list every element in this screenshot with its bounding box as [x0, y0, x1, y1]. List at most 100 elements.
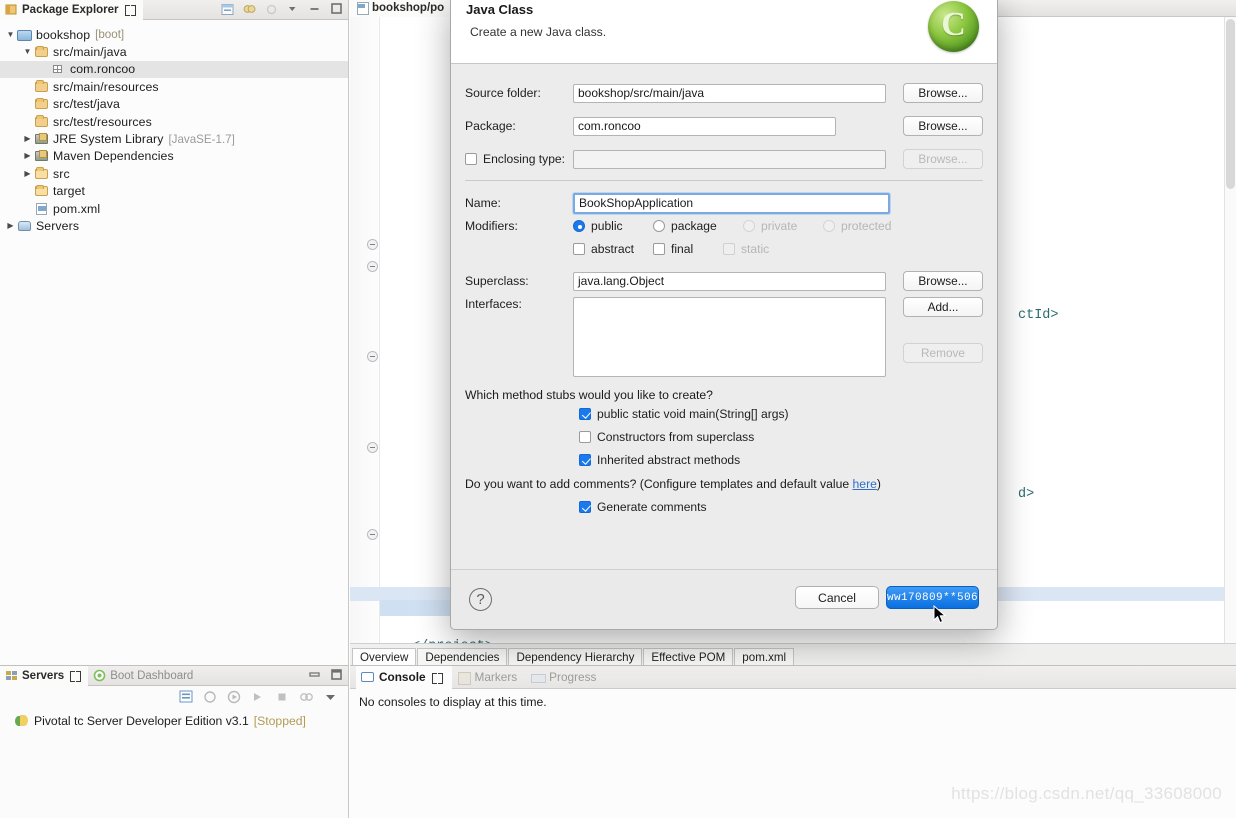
- modifier-public[interactable]: public: [573, 219, 623, 233]
- tab-console[interactable]: Console: [356, 665, 452, 689]
- pom-tab-dependency-hierarchy[interactable]: Dependency Hierarchy: [508, 648, 643, 665]
- editor-gutter[interactable]: [350, 17, 380, 643]
- tree-item-bookshop[interactable]: bookshop [boot]: [0, 26, 348, 43]
- pom-tab-effective-pom[interactable]: Effective POM: [643, 648, 734, 665]
- enclosing-type-checkbox[interactable]: [465, 153, 477, 165]
- source-folder-browse-button[interactable]: Browse...: [903, 83, 983, 103]
- maximize-icon[interactable]: [330, 668, 345, 683]
- source-folder-input[interactable]: bookshop/src/main/java: [573, 83, 886, 103]
- expand-arrow-icon[interactable]: [4, 222, 17, 230]
- tab-markers[interactable]: Markers: [452, 666, 527, 689]
- enclosing-type-checkbox-wrap[interactable]: Enclosing type:: [465, 152, 565, 166]
- stub-checkbox-0[interactable]: [579, 408, 591, 420]
- code-fold-icon[interactable]: [367, 239, 378, 250]
- code-fold-icon[interactable]: [367, 442, 378, 453]
- pom-editor-page-tabs[interactable]: Overview Dependencies Dependency Hierarchy…: [350, 643, 1236, 665]
- tree-item-maven-dependencies[interactable]: Maven Dependencies: [0, 148, 348, 165]
- java-class-wizard-dialog[interactable]: Java Class Create a new Java class. C So…: [450, 0, 998, 630]
- pom-tab-dependencies[interactable]: Dependencies: [417, 648, 508, 665]
- modifier-public-radio[interactable]: [573, 220, 585, 232]
- tab-progress[interactable]: Progress: [526, 666, 605, 689]
- modifier-label: final: [671, 242, 694, 256]
- expand-arrow-icon[interactable]: [21, 152, 34, 160]
- editor-tab-pom[interactable]: bookshop/po: [350, 0, 453, 17]
- stub-checkbox-2[interactable]: [579, 454, 591, 466]
- tree-item-label: Maven Dependencies: [53, 149, 174, 164]
- generate-comments-option[interactable]: Generate comments: [579, 500, 707, 514]
- tree-item-servers[interactable]: Servers: [0, 217, 348, 234]
- dialog-title: Java Class: [466, 2, 534, 17]
- tree-item-src-main-java[interactable]: src/main/java: [0, 43, 348, 60]
- code-fold-icon[interactable]: [367, 529, 378, 540]
- modifier-package-radio[interactable]: [653, 220, 665, 232]
- expand-arrow-icon[interactable]: [21, 170, 34, 178]
- class-name-input[interactable]: BookShopApplication: [573, 192, 890, 214]
- publish-icon[interactable]: [299, 690, 314, 704]
- expand-arrow-icon[interactable]: [4, 31, 17, 39]
- configure-templates-link[interactable]: here: [853, 477, 877, 491]
- minimize-icon[interactable]: [308, 668, 323, 683]
- pom-tab-overview[interactable]: Overview: [352, 648, 417, 665]
- tab-package-explorer[interactable]: Package Explorer: [0, 0, 143, 20]
- stop-icon[interactable]: [275, 690, 290, 704]
- new-server-icon[interactable]: [179, 690, 194, 704]
- pom-tab-pom-xml[interactable]: pom.xml: [734, 648, 795, 665]
- view-menu-icon[interactable]: [286, 2, 301, 17]
- tree-item-label: src/main/resources: [53, 79, 159, 94]
- maximize-tab-icon[interactable]: [124, 4, 136, 16]
- stub-checkbox-1[interactable]: [579, 431, 591, 443]
- scrollbar-thumb[interactable]: [1226, 19, 1235, 189]
- boot-dashboard-icon: [93, 669, 106, 682]
- start-icon[interactable]: [227, 690, 242, 704]
- run-icon[interactable]: [251, 690, 266, 704]
- tree-item-label: bookshop: [36, 27, 91, 42]
- tree-item-src-main-resources[interactable]: src/main/resources: [0, 78, 348, 95]
- tree-item-target[interactable]: target: [0, 183, 348, 200]
- modifiers-options[interactable]: public package private protected abstract fin…: [451, 219, 997, 267]
- superclass-browse-button[interactable]: Browse...: [903, 271, 983, 291]
- tree-item-src[interactable]: src: [0, 165, 348, 182]
- tree-item-jre-system-library[interactable]: JRE System Library [JavaSE-1.7]: [0, 130, 348, 147]
- minimize-icon[interactable]: [308, 2, 323, 17]
- expand-arrow-icon[interactable]: [21, 48, 34, 56]
- package-browse-button[interactable]: Browse...: [903, 116, 983, 136]
- project-tree[interactable]: bookshop [boot] src/main/java com.roncoo src…: [0, 20, 348, 235]
- modifier-final[interactable]: final: [653, 242, 693, 256]
- package-input[interactable]: com.roncoo: [573, 116, 836, 136]
- stub-option-2[interactable]: Inherited abstract methods: [579, 453, 740, 467]
- maximize-tab-icon[interactable]: [70, 670, 82, 682]
- tree-item-com-roncoo[interactable]: com.roncoo: [0, 60, 348, 79]
- modifier-final-checkbox[interactable]: [653, 243, 665, 255]
- tree-item-pom-xml[interactable]: pom.xml: [0, 200, 348, 217]
- enclosing-type-input[interactable]: [573, 149, 886, 169]
- cancel-button[interactable]: Cancel: [795, 586, 879, 609]
- collapse-all-icon[interactable]: [220, 2, 235, 17]
- start-debug-icon[interactable]: [203, 690, 218, 704]
- code-fold-icon[interactable]: [367, 261, 378, 272]
- code-fold-icon[interactable]: [367, 351, 378, 362]
- modifier-abstract[interactable]: abstract: [573, 242, 634, 256]
- tree-item-src-test-java[interactable]: src/test/java: [0, 96, 348, 113]
- modifier-abstract-checkbox[interactable]: [573, 243, 585, 255]
- tree-item-src-test-resources[interactable]: src/test/resources: [0, 113, 348, 130]
- superclass-input[interactable]: java.lang.Object: [573, 271, 886, 291]
- server-list-item[interactable]: Pivotal tc Server Developer Edition v3.1…: [0, 708, 348, 728]
- code-line: ctId>: [1018, 308, 1059, 323]
- maximize-icon[interactable]: [330, 2, 345, 17]
- stub-option-0[interactable]: public static void main(String[] args): [579, 407, 789, 421]
- help-icon[interactable]: ?: [469, 588, 492, 611]
- interfaces-add-button[interactable]: Add...: [903, 297, 983, 317]
- interfaces-list[interactable]: [573, 297, 886, 377]
- stub-option-1[interactable]: Constructors from superclass: [579, 430, 754, 444]
- maximize-tab-icon[interactable]: [431, 672, 443, 684]
- modifier-static: static: [723, 242, 769, 256]
- tab-boot-dashboard[interactable]: Boot Dashboard: [88, 666, 200, 686]
- expand-arrow-icon[interactable]: [21, 135, 34, 143]
- focus-icon[interactable]: [264, 2, 279, 17]
- modifier-package[interactable]: package: [653, 219, 717, 233]
- link-with-editor-icon[interactable]: [242, 2, 257, 17]
- tab-servers[interactable]: Servers: [0, 665, 89, 686]
- generate-comments-checkbox[interactable]: [579, 501, 591, 513]
- view-menu-icon[interactable]: [323, 690, 338, 704]
- editor-vertical-scrollbar[interactable]: [1224, 17, 1236, 643]
